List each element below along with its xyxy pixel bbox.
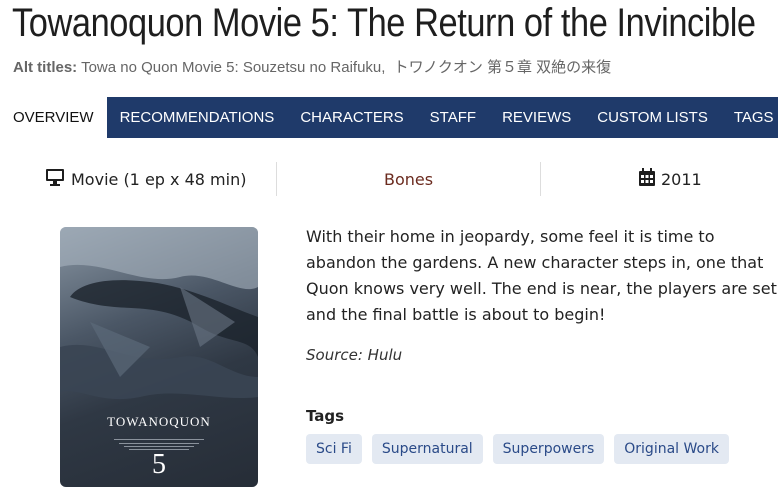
info-divider [540, 162, 541, 196]
studio-link[interactable]: Bones [384, 162, 433, 198]
tag-list: Sci Fi Supernatural Superpowers Original… [306, 434, 729, 464]
tab-staff[interactable]: STAFF [417, 97, 489, 138]
source-text: Source: Hulu [306, 346, 403, 364]
year-info: 2011 [639, 162, 702, 198]
tag-original-work[interactable]: Original Work [614, 434, 729, 464]
year-text: 2011 [661, 170, 702, 189]
alt-titles-label: Alt titles: [13, 59, 78, 76]
alt-title-japanese: トワノクオン 第５章 双絶の来復 [393, 59, 612, 76]
tab-overview[interactable]: OVERVIEW [0, 97, 107, 138]
info-divider [276, 162, 277, 196]
tab-reviews[interactable]: REVIEWS [489, 97, 584, 138]
tab-bar: OVERVIEW RECOMMENDATIONS CHARACTERS STAF… [0, 97, 778, 138]
tag-superpowers[interactable]: Superpowers [492, 434, 605, 464]
tag-supernatural[interactable]: Supernatural [371, 434, 483, 464]
info-bar: Movie (1 ep x 48 min) Bones 2011 [0, 162, 778, 198]
description-text: With their home in jeopardy, some feel i… [306, 227, 778, 324]
tab-recommendations[interactable]: RECOMMENDATIONS [107, 97, 288, 138]
tab-custom-lists[interactable]: CUSTOM LISTS [584, 97, 721, 138]
alt-title-romaji: Towa no Quon Movie 5: Souzetsu no Raifuk… [81, 59, 386, 76]
monitor-icon [45, 163, 65, 199]
poster-number: 5 [152, 449, 166, 480]
format-text: Movie (1 ep x 48 min) [71, 170, 247, 189]
tab-tags[interactable]: TAGS [721, 97, 778, 138]
calendar-icon [639, 163, 655, 199]
alt-titles: Alt titles: Towa no Quon Movie 5: Souzet… [13, 56, 611, 77]
tag-sci-fi[interactable]: Sci Fi [306, 434, 362, 464]
format-info: Movie (1 ep x 48 min) [45, 162, 246, 198]
tags-heading: Tags [306, 407, 345, 425]
poster-title: TOWANOQUON [107, 414, 211, 429]
description: With their home in jeopardy, some feel i… [306, 224, 778, 328]
poster-image[interactable]: TOWANOQUON 5 [60, 227, 258, 487]
page-title: Towanoquon Movie 5: The Return of the In… [12, 1, 756, 45]
tab-characters[interactable]: CHARACTERS [287, 97, 416, 138]
